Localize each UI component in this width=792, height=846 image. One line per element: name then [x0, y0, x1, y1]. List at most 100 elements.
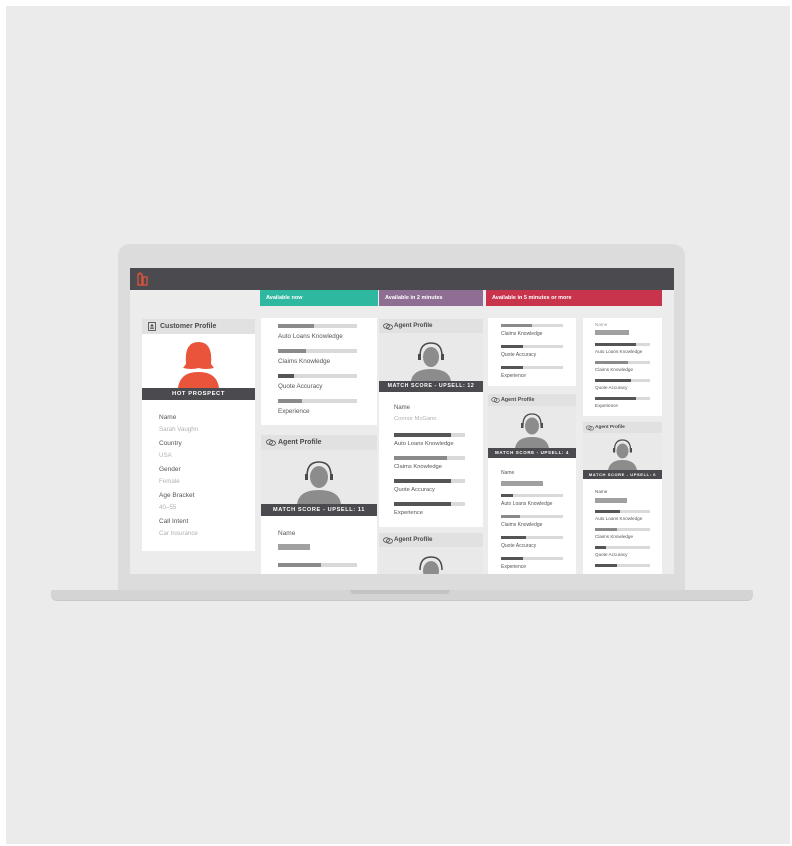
agent-profile-header: Agent Profile — [379, 319, 483, 333]
skill-label: Auto Loans Knowledge — [278, 333, 343, 340]
agent-name-label: Name — [595, 489, 608, 494]
skill-label: Quote Accuracy — [501, 543, 537, 549]
agent-profile-header: Agent Profile — [261, 435, 377, 450]
skill-bar-fill — [501, 494, 514, 497]
skill-bar-fill — [501, 536, 526, 539]
skill-label: Auto Loans Knowledge — [595, 349, 643, 354]
agent-name-placeholder — [278, 544, 310, 550]
skill-label: Claims Knowledge — [595, 367, 634, 372]
agent-name-placeholder — [501, 481, 543, 486]
brand-logo-icon[interactable] — [137, 271, 149, 287]
chat-icon — [266, 439, 276, 446]
skill-bar-fill — [595, 546, 606, 549]
agent-name-placeholder — [595, 498, 627, 503]
skill-bar — [278, 374, 357, 378]
skill-label: Claims Knowledge — [501, 331, 543, 337]
skill-bar-fill — [394, 433, 451, 437]
agent-profile-header: Agent Profile — [379, 533, 483, 547]
agent-headset-avatar-icon — [379, 333, 483, 381]
skill-bar — [278, 399, 357, 403]
customer-profile-card[interactable]: Customer Profile HOT PROSPECT Name Sarah… — [142, 319, 255, 551]
skill-bar-fill — [278, 374, 294, 378]
skill-bar — [501, 366, 563, 369]
agent-name-placeholder — [595, 330, 629, 335]
customer-profile-header: Customer Profile — [142, 319, 255, 334]
agent-skills-card[interactable]: Auto Loans Knowledge Claims Knowledge Qu… — [261, 318, 377, 425]
skill-label: Claims Knowledge — [394, 464, 443, 470]
agent-headset-avatar-icon — [379, 547, 483, 574]
app-screen: Available now Available in 2 minutes Ava… — [130, 268, 674, 574]
skill-bar — [394, 456, 465, 460]
agent-profile-title: Agent Profile — [595, 425, 625, 430]
skill-bar-fill — [278, 324, 314, 328]
field-label: Gender — [159, 466, 181, 473]
field-value: Female — [159, 478, 180, 485]
agent-profile-title: Agent Profile — [278, 439, 322, 446]
skill-bar — [595, 361, 650, 364]
agent-profile-header: Agent Profile — [488, 394, 576, 406]
agent-name-label: Name — [278, 530, 296, 537]
customer-profile-title: Customer Profile — [160, 323, 217, 330]
skill-bar — [595, 397, 650, 400]
skill-bar — [595, 546, 650, 549]
skill-bar-fill — [595, 361, 628, 364]
skill-label: Auto Loans Knowledge — [595, 516, 643, 521]
agent-headset-avatar-icon — [261, 450, 377, 504]
skill-bar — [501, 515, 563, 518]
skill-bar — [501, 494, 563, 497]
agent-skills-card[interactable]: Claims Knowledge Quote Accuracy Experien… — [488, 318, 576, 386]
agent-profile-card[interactable]: Agent Profile MATCH SCORE - UPSELL: 4 Na… — [488, 394, 576, 574]
match-score-badge: MATCH SCORE - UPSELL: 4 — [488, 448, 576, 458]
skill-bar — [595, 528, 650, 531]
agent-name-label: Name — [394, 405, 411, 411]
field-label: Name — [159, 414, 177, 421]
skill-label: Experience — [394, 510, 424, 516]
agent-profile-card[interactable]: Agent Profile MATCH SCORE - UPSELL: 12 N… — [379, 319, 483, 527]
skill-bar-fill — [595, 564, 617, 567]
skill-bar — [278, 324, 357, 328]
id-badge-icon — [148, 322, 156, 331]
agent-name-value: Connor McGann — [394, 416, 437, 422]
chat-icon — [383, 536, 393, 544]
skill-label: Quote Accuracy — [278, 383, 323, 390]
skill-bar-fill — [595, 343, 637, 346]
skill-bar — [595, 343, 650, 346]
skill-bar — [501, 345, 563, 348]
agent-profile-card[interactable]: Agent Profile — [379, 533, 483, 574]
agent-skills-card[interactable]: Name Auto Loans Knowledge Claims Knowled… — [583, 318, 662, 416]
skill-label: Experience — [501, 564, 527, 570]
skill-bar-fill — [501, 515, 520, 518]
agent-headset-avatar-icon — [583, 433, 662, 470]
agent-profile-title: Agent Profile — [394, 536, 433, 543]
skill-label: Experience — [278, 408, 310, 415]
header-available-5-min: Available in 5 minutes or more — [486, 290, 662, 306]
agent-profile-card[interactable]: Agent Profile MATCH SCORE - UPSELL: 11 N… — [261, 435, 377, 574]
agent-profile-card[interactable]: Agent Profile MATCH SCORE - UPSELL: 6 Na… — [583, 422, 662, 574]
skill-bar-fill — [501, 557, 523, 560]
skill-label: Auto Loans Knowledge — [501, 501, 553, 507]
header-available-now: Available now — [260, 290, 378, 306]
laptop-notch — [350, 590, 450, 594]
skill-label: Auto Loans Knowledge — [394, 441, 454, 447]
skill-label: Claims Knowledge — [595, 534, 634, 539]
skill-bar-fill — [394, 479, 451, 483]
skill-label: Quote Accuracy — [595, 385, 628, 390]
field-value: 40–55 — [159, 504, 177, 511]
skill-bar — [501, 536, 563, 539]
agent-name-label: Name — [501, 470, 515, 476]
skill-bar — [278, 563, 357, 567]
skill-bar-fill — [501, 366, 523, 369]
skill-bar-fill — [595, 379, 631, 382]
field-label: Call Intent — [159, 518, 189, 525]
skill-bar-fill — [278, 349, 306, 353]
top-bar — [130, 268, 674, 290]
agent-profile-title: Agent Profile — [501, 397, 535, 403]
skill-label: Claims Knowledge — [278, 358, 331, 365]
skill-bar — [394, 433, 465, 437]
field-value: USA — [159, 452, 172, 459]
hot-prospect-badge: HOT PROSPECT — [142, 388, 255, 400]
skill-bar-fill — [595, 397, 637, 400]
skill-bar-fill — [278, 563, 322, 567]
agent-profile-header: Agent Profile — [583, 422, 662, 433]
field-value: Car Insurance — [159, 530, 198, 537]
